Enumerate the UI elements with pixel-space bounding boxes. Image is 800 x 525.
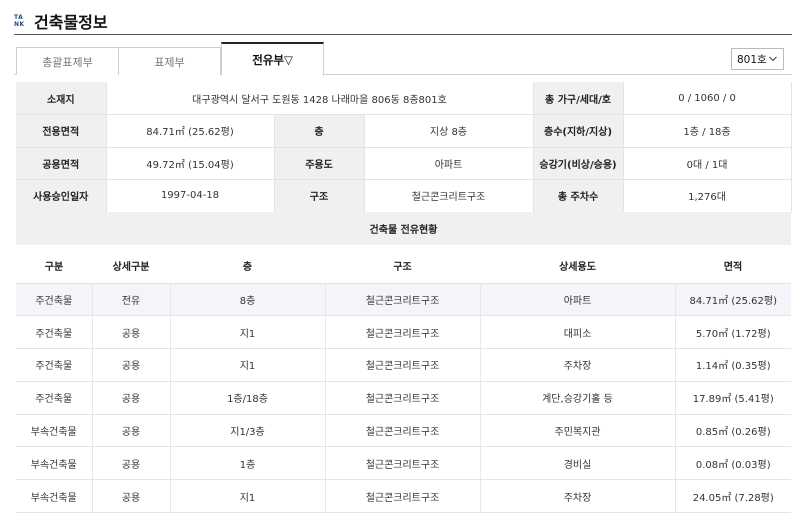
cell-category: 주건축물: [16, 315, 93, 350]
cell-structure: 철근콘크리트구조: [325, 446, 481, 481]
table-row: 부속건축물 공용 1층 철근콘크리트구조 경비실 0.08㎡ (0.03평): [16, 446, 791, 481]
parking-value: 1,276대: [622, 179, 792, 213]
unit-select[interactable]: 801호: [731, 48, 784, 70]
cell-usage: 주차장: [480, 348, 676, 382]
table-row: 부속건축물 공용 지1 철근콘크리트구조 주차장 24.05㎡ (7.28평): [16, 479, 791, 514]
cell-usage: 주민복지관: [480, 414, 676, 448]
elevator-value: 0대 / 1대: [622, 147, 792, 180]
page-header: TA NK 건축물정보: [14, 8, 792, 34]
cell-floor: 지1/3층: [170, 414, 326, 448]
cell-category: 부속건축물: [16, 446, 93, 481]
main-use-value: 아파트: [363, 147, 534, 180]
common-area-label: 공용면적: [16, 147, 106, 180]
cell-floor: 지1: [170, 315, 326, 350]
info-row: 공용면적 49.72㎡ (15.04평) 주용도 아파트 승강기(비상/승용) …: [16, 147, 792, 180]
cell-usage: 주차장: [480, 479, 676, 514]
cell-floor: 1층/18층: [170, 381, 326, 415]
building-info-table: 소재지 대구광역시 달서구 도원동 1428 나래마을 806동 8층801호 …: [16, 82, 792, 213]
cell-structure: 철근콘크리트구조: [325, 315, 481, 350]
exclusive-units-table: 구분 상세구분 층 구조 상세용도 면적 주건축물 전유 8층 철근콘크리트구조…: [16, 249, 791, 514]
address-label: 소재지: [16, 82, 106, 115]
structure-label: 구조: [274, 179, 364, 213]
cell-subcategory: 전유: [92, 283, 171, 317]
cell-floor: 지1: [170, 479, 326, 514]
cell-subcategory: 공용: [92, 381, 171, 415]
cell-category: 주건축물: [16, 348, 93, 382]
cell-area: 84.71㎡ (25.62평): [675, 283, 791, 317]
floor-label: 층: [274, 114, 364, 148]
table-header-row: 구분 상세구분 층 구조 상세용도 면적: [16, 249, 791, 284]
cell-subcategory: 공용: [92, 414, 171, 448]
table-row: 주건축물 공용 지1 철근콘크리트구조 대피소 5.70㎡ (1.72평): [16, 315, 791, 350]
column-header-floor: 층: [170, 249, 325, 284]
cell-area: 0.08㎡ (0.03평): [675, 446, 791, 481]
cell-usage: 경비실: [480, 446, 676, 481]
cell-usage: 대피소: [480, 315, 676, 350]
households-label: 총 가구/세대/호: [533, 82, 624, 115]
exclusive-area-label: 전용면적: [16, 114, 106, 148]
column-header-subcategory: 상세구분: [92, 249, 170, 284]
logo-text-bottom: NK: [14, 21, 25, 28]
address-value: 대구광역시 달서구 도원동 1428 나래마을 806동 8층801호: [105, 82, 534, 115]
column-header-category: 구분: [16, 249, 92, 284]
elevator-label: 승강기(비상/승용): [533, 147, 624, 180]
tab-bar: 총괄표제부 표제부 전유부▽ 801호: [14, 42, 792, 76]
table-row: 부속건축물 공용 지1/3층 철근콘크리트구조 주민복지관 0.85㎡ (0.2…: [16, 414, 791, 448]
cell-floor: 지1: [170, 348, 326, 382]
parking-label: 총 주차수: [533, 179, 624, 213]
column-header-structure: 구조: [325, 249, 480, 284]
cell-subcategory: 공용: [92, 446, 171, 481]
cell-structure: 철근콘크리트구조: [325, 479, 481, 514]
cell-subcategory: 공용: [92, 479, 171, 514]
stories-label: 층수(지하/지상): [533, 114, 624, 148]
approval-date-value: 1997-04-18: [105, 179, 275, 213]
cell-usage: 계단,승강기홀 등: [480, 381, 676, 415]
table-row: 주건축물 전유 8층 철근콘크리트구조 아파트 84.71㎡ (25.62평): [16, 283, 791, 317]
column-header-usage: 상세용도: [480, 249, 675, 284]
cell-area: 17.89㎡ (5.41평): [675, 381, 791, 415]
approval-date-label: 사용승인일자: [16, 179, 106, 213]
cell-category: 주건축물: [16, 381, 93, 415]
tab-summary-title[interactable]: 총괄표제부: [16, 47, 119, 75]
cell-category: 부속건축물: [16, 414, 93, 448]
tab-exclusive[interactable]: 전유부▽: [221, 42, 324, 76]
households-value: 0 / 1060 / 0: [622, 82, 792, 115]
cell-floor: 8층: [170, 283, 326, 317]
unit-select-value: 801호: [737, 53, 767, 66]
cell-structure: 철근콘크리트구조: [325, 414, 481, 448]
cell-subcategory: 공용: [92, 348, 171, 382]
exclusive-area-value: 84.71㎡ (25.62평): [105, 114, 275, 148]
stories-value: 1층 / 18층: [622, 114, 792, 148]
column-header-area: 면적: [675, 249, 791, 284]
info-row: 전용면적 84.71㎡ (25.62평) 층 지상 8층 층수(지하/지상) 1…: [16, 114, 792, 148]
page-title: 건축물정보: [34, 13, 108, 32]
header-divider: [14, 34, 792, 35]
chevron-down-icon: [769, 56, 777, 62]
info-row: 소재지 대구광역시 달서구 도원동 1428 나래마을 806동 8층801호 …: [16, 82, 792, 115]
logo-text-top: TA: [14, 14, 24, 21]
floor-value: 지상 8층: [363, 114, 534, 148]
tank-logo-icon: TA NK: [14, 14, 28, 28]
structure-value: 철근콘크리트구조: [363, 179, 534, 213]
table-row: 주건축물 공용 지1 철근콘크리트구조 주차장 1.14㎡ (0.35평): [16, 348, 791, 382]
cell-area: 1.14㎡ (0.35평): [675, 348, 791, 382]
main-use-label: 주용도: [274, 147, 364, 180]
cell-structure: 철근콘크리트구조: [325, 348, 481, 382]
section-title: 건축물 전유현황: [16, 212, 791, 245]
cell-structure: 철근콘크리트구조: [325, 283, 481, 317]
tab-title[interactable]: 표제부: [118, 47, 221, 75]
cell-category: 부속건축물: [16, 479, 93, 514]
cell-area: 5.70㎡ (1.72평): [675, 315, 791, 350]
cell-category: 주건축물: [16, 283, 93, 317]
cell-floor: 1층: [170, 446, 326, 481]
cell-area: 24.05㎡ (7.28평): [675, 479, 791, 514]
table-row: 주건축물 공용 1층/18층 철근콘크리트구조 계단,승강기홀 등 17.89㎡…: [16, 381, 791, 415]
info-row: 사용승인일자 1997-04-18 구조 철근콘크리트구조 총 주차수 1,27…: [16, 179, 792, 213]
cell-subcategory: 공용: [92, 315, 171, 350]
common-area-value: 49.72㎡ (15.04평): [105, 147, 275, 180]
cell-structure: 철근콘크리트구조: [325, 381, 481, 415]
cell-area: 0.85㎡ (0.26평): [675, 414, 791, 448]
cell-usage: 아파트: [480, 283, 676, 317]
